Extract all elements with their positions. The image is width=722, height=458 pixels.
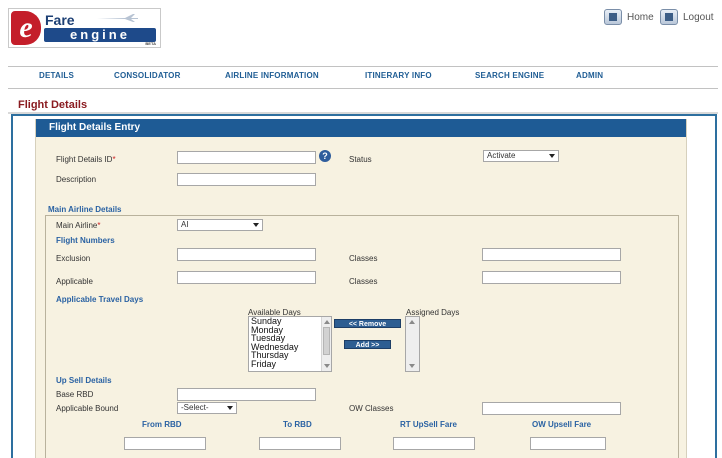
exclusion-label: Exclusion: [56, 254, 91, 263]
nav-airline-information[interactable]: AIRLINE INFORMATION: [225, 71, 319, 80]
status-select-value: Activate: [487, 151, 516, 160]
main-airline-section-title: Main Airline Details: [48, 205, 122, 214]
ow-classes-label: OW Classes: [349, 404, 394, 413]
flight-details-id-label: Flight Details ID*: [56, 155, 116, 164]
to-rbd-header: To RBD: [283, 420, 312, 429]
to-rbd-input[interactable]: [259, 437, 341, 450]
required-mark: *: [112, 155, 116, 164]
upsell-section-title: Up Sell Details: [56, 376, 112, 385]
day-option[interactable]: Friday: [249, 360, 331, 369]
scroll-thumb[interactable]: [323, 327, 330, 355]
ow-classes-input[interactable]: [482, 402, 621, 415]
fare-engine-logo: e Fare engine BETA: [8, 8, 161, 48]
home-label: Home: [627, 11, 654, 23]
applicable-input[interactable]: [177, 271, 316, 284]
ow-upsell-fare-header: OW Upsell Fare: [532, 420, 592, 429]
nav-consolidator[interactable]: CONSOLIDATOR: [114, 71, 181, 80]
applicable-bound-select[interactable]: -Select-: [177, 402, 237, 414]
description-input[interactable]: [177, 173, 316, 186]
logo-e-mark: e: [11, 11, 41, 45]
nav-details[interactable]: DETAILS: [39, 71, 74, 80]
applicable-bound-select-value: -Select-: [181, 403, 209, 412]
exclusion-classes-label: Classes: [349, 254, 378, 263]
logout-link[interactable]: Logout: [660, 9, 714, 25]
main-airline-label: Main Airline*: [56, 221, 101, 230]
nav-top-divider: [8, 66, 718, 67]
scroll-up-icon: [409, 320, 415, 324]
logo-beta-text: BETA: [145, 41, 156, 46]
ow-upsell-fare-input[interactable]: [530, 437, 606, 450]
exclusion-classes-input[interactable]: [482, 248, 621, 261]
rt-upsell-fare-input[interactable]: [393, 437, 475, 450]
home-link[interactable]: Home: [604, 9, 654, 25]
base-rbd-input[interactable]: [177, 388, 316, 401]
page-title: Flight Details: [18, 99, 88, 111]
scroll-up-icon: [324, 320, 330, 324]
from-rbd-input[interactable]: [124, 437, 206, 450]
rt-upsell-fare-header: RT UpSell Fare: [400, 420, 457, 429]
panel-header: Flight Details Entry: [36, 119, 686, 137]
exclusion-input[interactable]: [177, 248, 316, 261]
main-airline-select-value: AI: [181, 220, 189, 229]
base-rbd-label: Base RBD: [56, 390, 94, 399]
airplane-icon: [97, 14, 138, 22]
home-icon: [604, 9, 622, 25]
scroll-down-icon: [409, 364, 415, 368]
chevron-down-icon: [549, 154, 555, 158]
main-airline-select[interactable]: AI: [177, 219, 263, 231]
flight-details-id-input[interactable]: [177, 151, 316, 164]
chevron-down-icon: [253, 223, 259, 227]
nav-bottom-divider: [8, 88, 718, 89]
available-days-scrollbar[interactable]: [321, 317, 331, 371]
remove-day-button[interactable]: << Remove: [334, 319, 401, 328]
available-days-listbox[interactable]: Sunday Monday Tuesday Wednesday Thursday…: [248, 316, 332, 372]
travel-days-section-title: Applicable Travel Days: [56, 295, 144, 304]
logout-label: Logout: [683, 11, 714, 23]
add-day-button[interactable]: Add >>: [344, 340, 391, 349]
description-label: Description: [56, 175, 97, 184]
help-icon[interactable]: ?: [319, 150, 331, 162]
status-label: Status: [349, 155, 372, 164]
flight-numbers-section-title: Flight Numbers: [56, 236, 115, 245]
nav-itinerary-info[interactable]: ITINERARY INFO: [365, 71, 432, 80]
logo-fare-text: Fare: [45, 12, 75, 28]
applicable-classes-label: Classes: [349, 277, 378, 286]
status-select[interactable]: Activate: [483, 150, 559, 162]
chevron-down-icon: [227, 406, 233, 410]
logout-icon: [660, 9, 678, 25]
logo-engine-text: engine: [44, 28, 156, 42]
from-rbd-header: From RBD: [142, 420, 182, 429]
applicable-bound-label: Applicable Bound: [56, 404, 119, 413]
nav-admin[interactable]: ADMIN: [576, 71, 603, 80]
applicable-classes-input[interactable]: [482, 271, 621, 284]
assigned-days-listbox[interactable]: [405, 316, 420, 372]
scroll-down-icon: [324, 364, 330, 368]
assigned-days-scrollbar[interactable]: [406, 317, 419, 371]
applicable-label: Applicable: [56, 277, 93, 286]
nav-search-engine[interactable]: SEARCH ENGINE: [475, 71, 544, 80]
